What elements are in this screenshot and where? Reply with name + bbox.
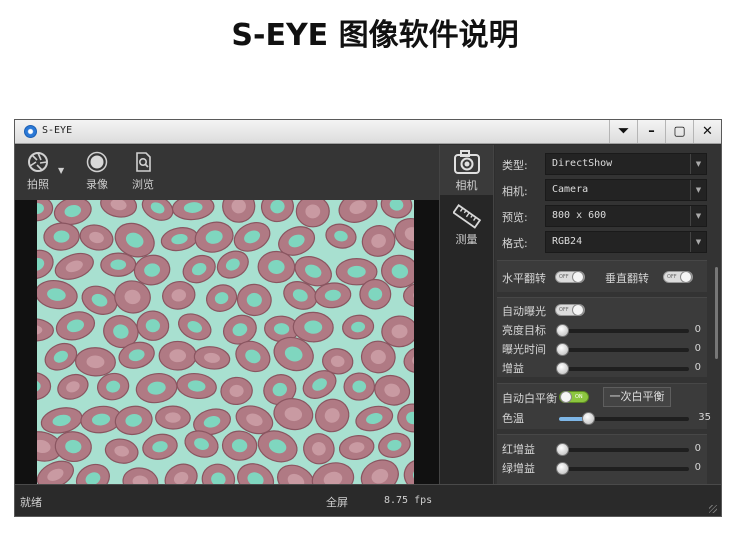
tab-measure[interactable]: 测量	[440, 201, 493, 253]
one-push-white-balance-button[interactable]: 一次白平衡	[603, 387, 671, 407]
brightness-target-value: 0	[694, 324, 701, 335]
exposure-time-slider[interactable]	[556, 343, 689, 356]
format-select[interactable]: RGB24 ▼	[545, 231, 707, 253]
gain-value: 0	[694, 362, 701, 373]
auto-exposure-state: OFF	[559, 307, 569, 313]
exposure-group: 自动曝光 OFF 亮度目标 0 曝光时间 0 增益 0	[497, 297, 707, 377]
ruler-icon	[452, 204, 481, 229]
record-icon	[86, 151, 108, 173]
camera-label: 相机:	[502, 185, 528, 198]
preview-label: 预览:	[502, 211, 528, 224]
brightness-target-label: 亮度目标	[502, 324, 546, 337]
color-temperature-slider[interactable]	[559, 412, 689, 425]
type-row: 类型: DirectShow ▼	[495, 153, 721, 175]
dropdown-menu-button[interactable]: ⏷	[609, 120, 637, 143]
settings-scrollbar[interactable]	[714, 263, 719, 483]
chevron-down-icon: ▼	[690, 154, 706, 174]
vertical-flip-state: OFF	[667, 274, 677, 280]
horizontal-flip-state: OFF	[559, 274, 569, 280]
tab-camera[interactable]: 相机	[440, 145, 493, 195]
auto-white-balance-state: ON	[575, 394, 583, 400]
auto-exposure-toggle[interactable]: OFF	[555, 304, 585, 316]
microscope-image	[12, 189, 439, 498]
vertical-flip-toggle[interactable]: OFF	[663, 271, 693, 283]
status-text: 就绪	[20, 496, 42, 509]
green-gain-value: 0	[694, 462, 701, 473]
capture-toolbar: 拍照 ▼ 录像 浏览	[15, 145, 439, 200]
horizontal-flip-toggle[interactable]: OFF	[555, 271, 585, 283]
title-bar: S-EYE ⏷ – ▢ ✕	[15, 120, 721, 144]
record-button[interactable]: 录像	[77, 151, 117, 192]
app-icon	[24, 125, 37, 138]
preview-value: 800 x 600	[552, 210, 607, 221]
vertical-flip-label: 垂直翻转	[605, 272, 649, 285]
tissue-section-image	[12, 189, 439, 498]
record-label: 录像	[86, 178, 108, 191]
capture-dropdown-chevron-icon[interactable]: ▼	[58, 166, 64, 175]
auto-white-balance-label: 自动白平衡	[502, 392, 557, 405]
live-preview[interactable]	[12, 189, 439, 498]
app-window: S-EYE ⏷ – ▢ ✕ 拍照 ▼ 录像 浏览 相机 测量 类型: Direc…	[12, 119, 722, 517]
green-gain-label: 绿增益	[502, 462, 535, 475]
type-value: DirectShow	[552, 158, 613, 169]
green-gain-slider[interactable]	[556, 462, 689, 475]
side-navigation: 相机 测量	[439, 145, 494, 484]
camera-value: Camera	[552, 184, 589, 195]
format-label: 格式:	[502, 237, 528, 250]
browse-label: 浏览	[132, 178, 154, 191]
camera-select[interactable]: Camera ▼	[545, 179, 707, 201]
browse-button[interactable]: 浏览	[123, 151, 163, 192]
chevron-down-icon: ▼	[690, 206, 706, 226]
gain-label: 增益	[502, 362, 524, 375]
color-temperature-label: 色温	[502, 412, 524, 425]
close-button[interactable]: ✕	[693, 120, 721, 143]
resize-grip-icon[interactable]	[709, 505, 717, 513]
horizontal-flip-label: 水平翻转	[502, 272, 546, 285]
fullscreen-button[interactable]: 全屏	[326, 494, 348, 510]
camera-icon	[453, 150, 480, 174]
brightness-target-slider[interactable]	[556, 324, 689, 337]
preview-resolution-select[interactable]: 800 x 600 ▼	[545, 205, 707, 227]
camera-settings-panel: 类型: DirectShow ▼ 相机: Camera ▼ 预览: 800 x …	[495, 145, 721, 484]
chevron-down-icon: ▼	[690, 180, 706, 200]
flip-group: 水平翻转 OFF 垂直翻转 OFF	[497, 260, 707, 292]
browse-file-icon	[136, 152, 151, 172]
camera-aperture-icon	[28, 152, 48, 172]
red-gain-value: 0	[694, 443, 701, 454]
type-label: 类型:	[502, 159, 528, 172]
format-value: RGB24	[552, 236, 583, 247]
auto-exposure-label: 自动曝光	[502, 305, 546, 318]
format-row: 格式: RGB24 ▼	[495, 231, 721, 253]
auto-white-balance-toggle[interactable]: ON	[559, 391, 589, 403]
capture-button[interactable]: 拍照	[18, 151, 58, 192]
rgb-gain-group: 红增益 0 绿增益 0	[497, 434, 707, 484]
gain-slider[interactable]	[556, 362, 689, 375]
preview-row: 预览: 800 x 600 ▼	[495, 205, 721, 227]
exposure-time-label: 曝光时间	[502, 343, 546, 356]
red-gain-label: 红增益	[502, 443, 535, 456]
maximize-button[interactable]: ▢	[665, 120, 693, 143]
exposure-time-value: 0	[694, 343, 701, 354]
fps-readout: 8.75 fps	[384, 495, 433, 506]
document-title: S-EYE 图像软件说明	[231, 18, 519, 53]
capture-label: 拍照	[27, 178, 49, 191]
status-bar: 就绪 全屏 8.75 fps	[15, 484, 721, 516]
red-gain-slider[interactable]	[556, 443, 689, 456]
tab-camera-label: 相机	[455, 179, 478, 192]
chevron-down-icon: ▼	[690, 232, 706, 252]
type-select[interactable]: DirectShow ▼	[545, 153, 707, 175]
tab-measure-label: 测量	[455, 233, 478, 246]
minimize-button[interactable]: –	[637, 120, 665, 143]
color-temperature-value: 35	[698, 412, 711, 423]
white-balance-group: 自动白平衡 ON 一次白平衡 色温 35	[497, 383, 711, 429]
camera-row: 相机: Camera ▼	[495, 179, 721, 201]
window-title: S-EYE	[42, 125, 73, 136]
